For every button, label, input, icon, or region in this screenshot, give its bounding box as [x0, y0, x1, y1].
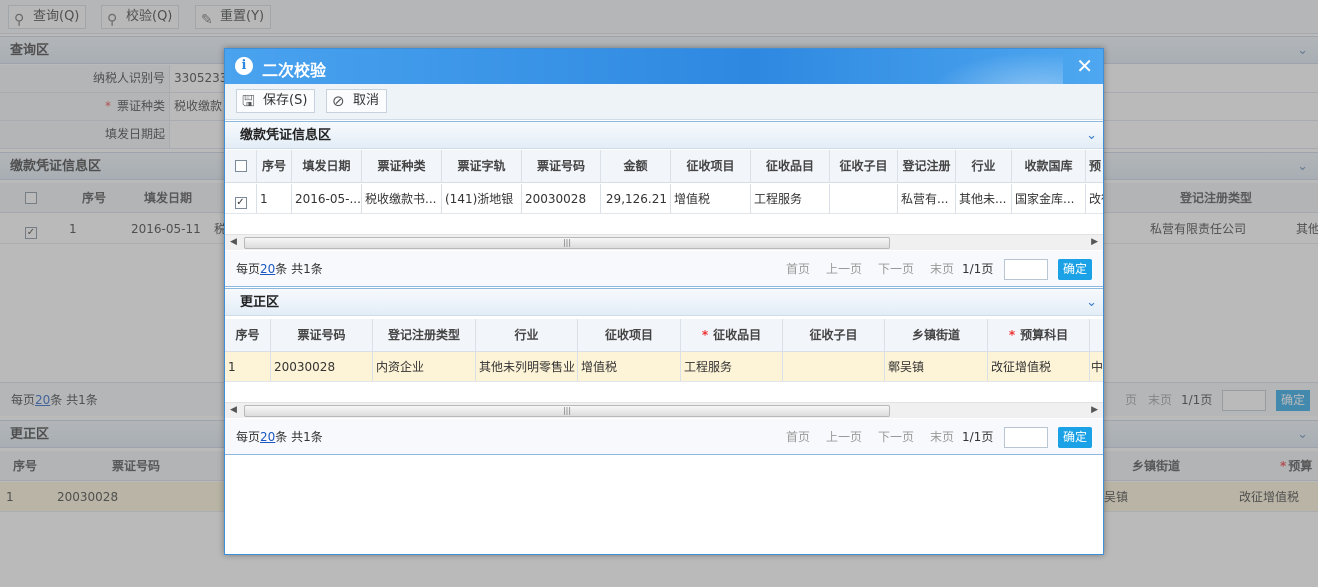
dialog-title: 二次校验: [262, 61, 327, 80]
per-page-link[interactable]: 20: [260, 430, 275, 444]
correction-pager: 每页20条 共1条 首页 上一页 下一页 末页 1/1页 确定: [225, 419, 1103, 455]
last-page-link[interactable]: 末页: [930, 251, 954, 287]
close-icon[interactable]: ✕: [1076, 55, 1093, 77]
next-page-link[interactable]: 下一页: [878, 251, 914, 287]
payment-section-header[interactable]: 缴款凭证信息区 ⌄: [225, 121, 1103, 149]
payment-pager: 每页20条 共1条 首页 上一页 下一页 末页 1/1页 确定: [225, 251, 1103, 287]
goto-page-input[interactable]: [1004, 259, 1048, 280]
next-page-link[interactable]: 下一页: [878, 419, 914, 455]
prev-page-link[interactable]: 上一页: [826, 419, 862, 455]
scroll-right-arrow-icon[interactable]: ▶: [1091, 405, 1098, 415]
required-star: *: [1008, 328, 1016, 342]
cancel-button[interactable]: ⊘ 取消: [326, 89, 388, 113]
row-checkbox[interactable]: ✓: [234, 197, 247, 209]
chevron-down-icon[interactable]: ⌄: [1086, 122, 1097, 150]
chevron-down-icon[interactable]: ⌄: [1086, 289, 1097, 317]
dialog-toolbar: 🖫 保存(S) ⊘ 取消: [225, 84, 1103, 120]
table-row[interactable]: ✓ 1 2016-05-... 税收缴款书... (141)浙地银 200300…: [225, 184, 1103, 214]
correction-section-header[interactable]: 更正区 ⌄: [225, 288, 1103, 316]
scroll-right-arrow-icon[interactable]: ▶: [1091, 237, 1098, 247]
confirm-button[interactable]: 确定: [1058, 259, 1092, 280]
scrollbar-thumb[interactable]: |||: [244, 405, 890, 417]
first-page-link[interactable]: 首页: [786, 251, 810, 287]
horizontal-scrollbar[interactable]: ◀ ||| ▶: [225, 402, 1103, 418]
select-all-checkbox[interactable]: [234, 160, 247, 172]
cancel-icon: ⊘: [332, 92, 345, 110]
save-button[interactable]: 🖫 保存(S): [236, 89, 316, 113]
dialog-title-bar[interactable]: i 二次校验 ✕: [225, 49, 1103, 84]
goto-page-input[interactable]: [1004, 427, 1048, 448]
per-page-link[interactable]: 20: [260, 262, 275, 276]
confirm-button[interactable]: 确定: [1058, 427, 1092, 448]
save-icon: 🖫: [242, 92, 255, 110]
table-row[interactable]: 1 20030028 内资企业 其他未列明零售业 增值税 工程服务 鄣吴镇 改征…: [225, 352, 1103, 382]
scrollbar-thumb[interactable]: |||: [244, 237, 890, 249]
horizontal-scrollbar[interactable]: ◀ ||| ▶: [225, 234, 1103, 250]
correction-grid-header: 序号 票证号码 登记注册类型 行业 征收项目 * 征收品目 征收子目 乡镇街道 *…: [225, 319, 1103, 352]
last-page-link[interactable]: 末页: [930, 419, 954, 455]
required-star: *: [701, 328, 709, 342]
secondary-validation-dialog: i 二次校验 ✕ 🖫 保存(S) ⊘ 取消 缴款凭证信息区 ⌄ 序号 填发日期 …: [224, 48, 1104, 555]
first-page-link[interactable]: 首页: [786, 419, 810, 455]
info-icon: i: [235, 57, 253, 75]
prev-page-link[interactable]: 上一页: [826, 251, 862, 287]
scroll-left-arrow-icon[interactable]: ◀: [230, 405, 237, 415]
payment-grid-header: 序号 填发日期 票证种类 票证字轨 票证号码 金额 征收项目 征收品目 征收子目…: [225, 150, 1103, 183]
scroll-left-arrow-icon[interactable]: ◀: [230, 237, 237, 247]
page-indicator: 1/1页: [962, 262, 994, 276]
page-indicator: 1/1页: [962, 430, 994, 444]
